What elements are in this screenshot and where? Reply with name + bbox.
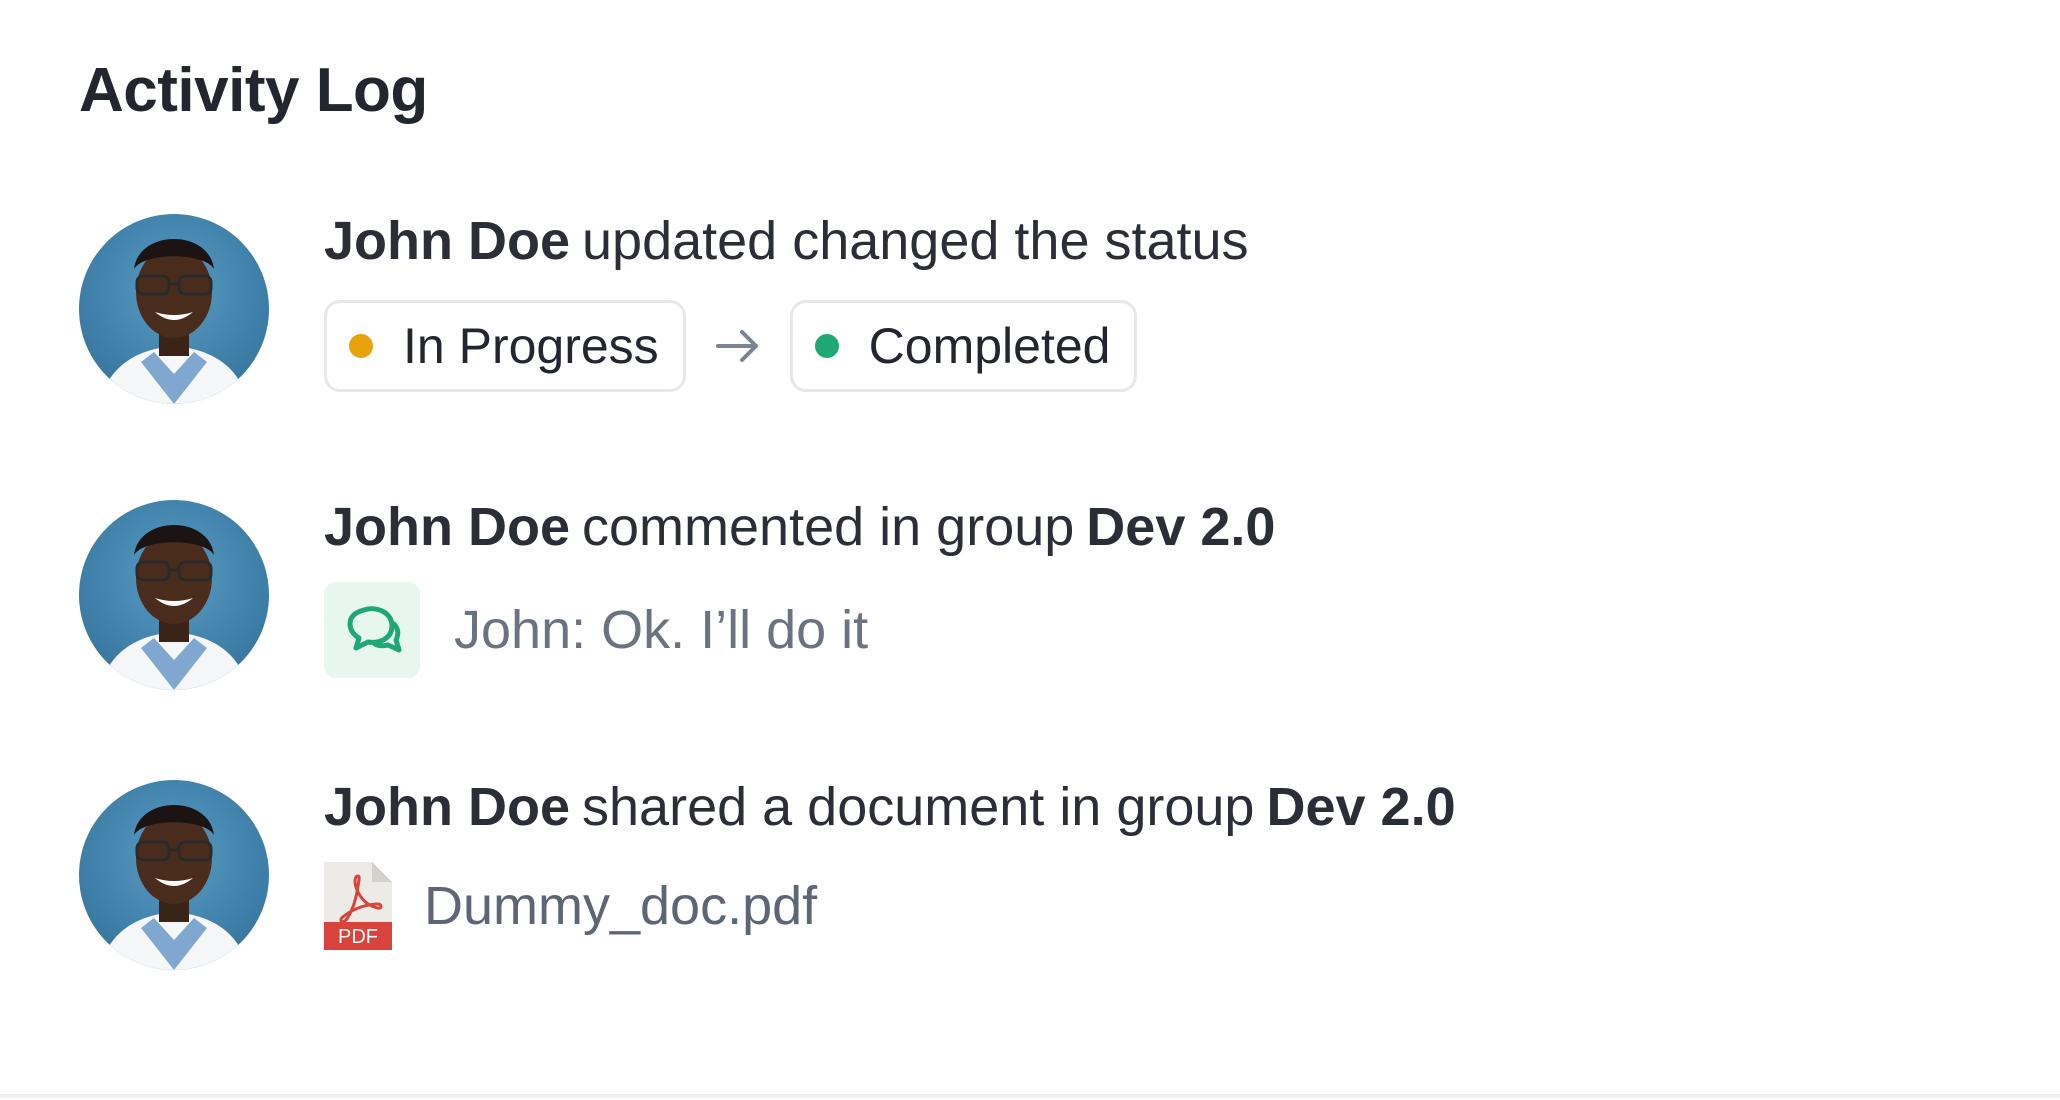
group-name[interactable]: Dev 2.0: [1266, 777, 1455, 837]
activity-content: John Doe updated changed the status In Pr…: [324, 214, 1249, 392]
avatar-image: [99, 239, 249, 404]
actor-name[interactable]: John Doe: [324, 777, 570, 837]
status-to-label: Completed: [868, 318, 1111, 374]
action-text: updated changed the status: [582, 211, 1249, 271]
comment-text: John: Ok. I’ll do it: [454, 600, 869, 660]
status-dot-in-progress: [349, 334, 373, 358]
status-from-label: In Progress: [403, 318, 659, 374]
avatar-image: [99, 805, 249, 970]
actor-name[interactable]: John Doe: [324, 211, 570, 271]
status-pill-to: Completed: [789, 300, 1138, 392]
actor-name[interactable]: John Doe: [324, 497, 570, 557]
comment-row: John: Ok. I’ll do it: [324, 582, 1275, 678]
action-text: shared a document in group: [582, 777, 1255, 837]
avatar[interactable]: [79, 500, 269, 690]
page-title: Activity Log: [79, 56, 428, 125]
arrow-right-icon: [686, 329, 790, 363]
document-name[interactable]: Dummy_doc.pdf: [424, 875, 817, 937]
group-name[interactable]: Dev 2.0: [1086, 497, 1275, 557]
activity-content: John Doe commented in group Dev 2.0 John: …: [324, 500, 1275, 678]
status-pill-from: In Progress: [324, 300, 686, 392]
divider: [0, 1094, 2060, 1098]
activity-log-panel: Activity Log John Doe updated changed the…: [0, 0, 2060, 1100]
avatar[interactable]: [79, 780, 269, 970]
document-row[interactable]: PDF Dummy_doc.pdf: [324, 862, 1456, 950]
activity-headline: John Doe updated changed the status: [324, 214, 1249, 268]
status-dot-completed: [814, 334, 839, 358]
avatar[interactable]: [79, 214, 269, 404]
avatar-image: [99, 525, 249, 690]
pdf-badge-label: PDF: [338, 926, 378, 948]
pdf-file-icon: PDF: [324, 862, 392, 950]
action-text: commented in group: [582, 497, 1075, 557]
status-change-row: In Progress Completed: [324, 300, 1249, 392]
activity-headline: John Doe shared a document in group Dev 2.…: [324, 780, 1456, 834]
activity-content: John Doe shared a document in group Dev 2.…: [324, 780, 1456, 950]
activity-headline: John Doe commented in group Dev 2.0: [324, 500, 1275, 554]
chat-icon: [324, 582, 420, 678]
